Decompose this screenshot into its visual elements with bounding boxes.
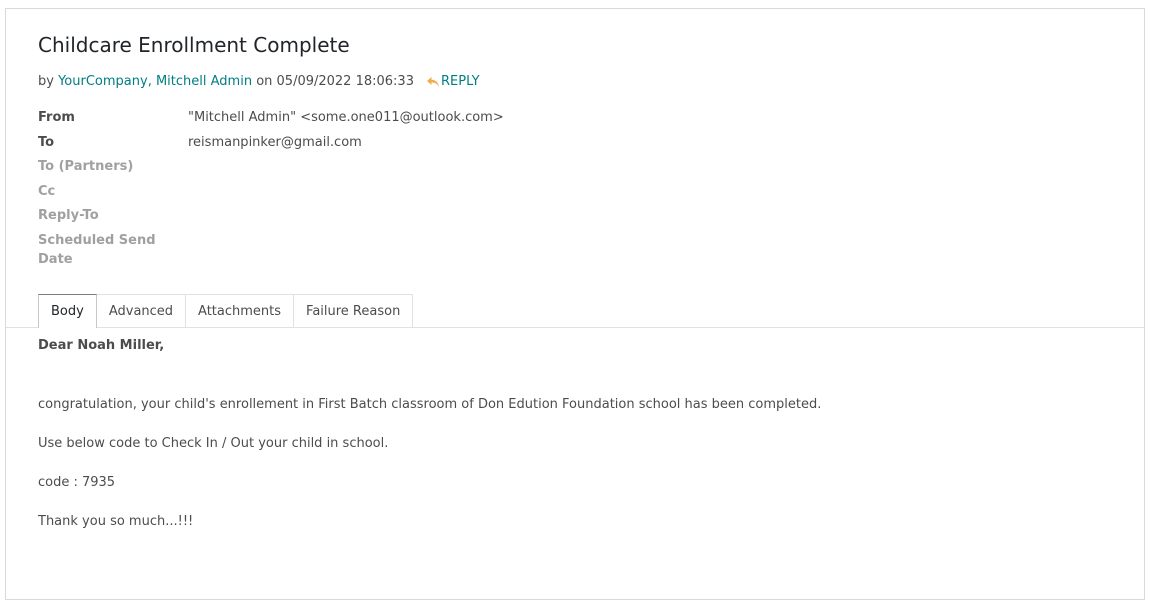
body-line-checkin: Use below code to Check In / Out your ch… [38,436,389,451]
reply-to-label: Reply-To [38,208,99,223]
notebook-tabs: Body Advanced Attachments Failure Reason [38,294,414,328]
message-byline: by YourCompany, Mitchell Admin on 05/09/… [38,74,480,89]
body-greeting: Dear Noah Miller, [38,338,165,353]
body-line-code: code : 7935 [38,475,116,490]
to-partners-label: To (Partners) [38,159,134,174]
tab-advanced[interactable]: Advanced [95,294,187,327]
tab-failure-reason[interactable]: Failure Reason [293,294,414,327]
tab-attachments[interactable]: Attachments [185,294,295,327]
from-value: "Mitchell Admin" <some.one011@outlook.co… [188,110,504,125]
tab-body[interactable]: Body [38,294,97,328]
body-line-thanks: Thank you so much...!!! [38,514,194,529]
author-link[interactable]: YourCompany, Mitchell Admin [58,74,252,89]
scheduled-send-date-label: Scheduled Send Date [38,233,156,267]
reply-label: REPLY [440,74,480,89]
byline-prefix: by [38,74,54,89]
email-form-sheet: Childcare Enrollment Complete by YourCom… [5,8,1145,600]
to-value: reismanpinker@gmail.com [188,135,362,150]
reply-button[interactable]: REPLY [426,74,480,89]
body-line-enrollment: congratulation, your child's enrollement… [38,397,822,412]
reply-icon [426,76,439,87]
from-label: From [38,110,75,125]
byline-date: on 05/09/2022 18:06:33 [256,74,414,89]
email-subject: Childcare Enrollment Complete [38,33,350,57]
cc-label: Cc [38,184,56,199]
to-label: To [38,135,55,150]
